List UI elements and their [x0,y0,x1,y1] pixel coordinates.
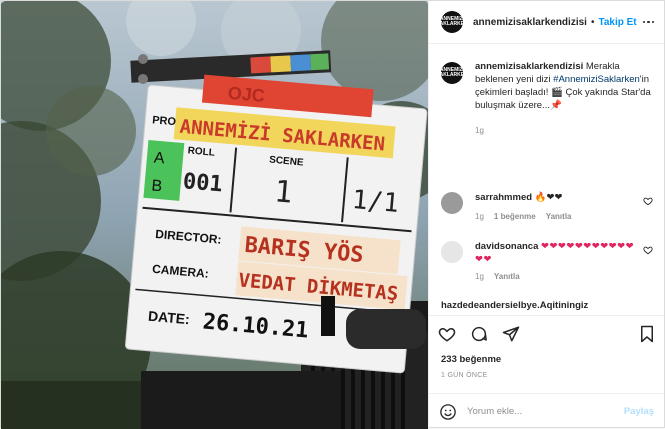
post-photo[interactable]: OJC ANNEMİZİ SAKLARKEN PRO A B ROLL 001 … [1,1,428,429]
avatar-text: ANNEMIZI SAKLARKEN [436,16,468,27]
caption-time: 1g [475,126,484,135]
like-heart-icon[interactable] [438,325,456,343]
caption-hashtag[interactable]: #AnnemiziSaklarken [553,74,640,85]
comment-text: 🔥❤❤ [534,192,563,203]
account-avatar[interactable]: ANNEMIZI SAKLARKEN [436,11,468,33]
account-username[interactable]: annemizisaklarkendizisi [473,17,587,28]
board-take-value: 1/1 [351,185,400,219]
comment-input[interactable] [467,406,624,417]
comment-time: 1g [475,212,484,221]
bookmark-icon[interactable] [639,325,655,343]
board-prod-label: PRO [152,114,177,128]
comment-meta: 1g 1 beğenme Yanıtla [475,210,635,223]
board-scene-value: 1 [273,174,294,210]
clapperboard-photo: OJC ANNEMİZİ SAKLARKEN PRO A B ROLL 001 … [1,1,428,429]
action-bar [429,315,664,351]
comment-likes[interactable]: 1 beğenme [494,210,536,223]
comment-item: davidsonanca ❤❤❤❤❤❤❤❤❤❤❤❤❤ 1g Yanıtla [441,240,661,283]
emoji-icon[interactable] [439,403,457,421]
comment-bubble-icon[interactable] [470,325,488,343]
comment-username[interactable]: davidsonanca [475,241,538,252]
caption-body: annemizisaklarkendizisi Merakla beklenen… [475,60,655,137]
board-ab-a: A [153,150,165,168]
board-stamp: OJC [227,83,266,106]
post-comment-button[interactable]: Paylaş [624,406,654,417]
post-header: ANNEMIZI SAKLARKEN annemizisaklarkendizi… [429,1,664,44]
comment-item: sarrahmmed 🔥❤❤ 1g 1 beğenme Yanıtla [441,191,661,223]
caption-username[interactable]: annemizisaklarkendizisi [475,61,583,72]
likes-count[interactable]: 233 beğenme [429,351,664,369]
board-ab-b: B [151,177,163,195]
caption: ANNEMIZI SAKLARKEN annemizisaklarkendizi… [436,60,655,137]
partial-comment-username[interactable]: hazdedeandersielbye.Aqitiningiz [441,300,588,311]
share-send-icon[interactable] [502,325,520,343]
more-options-icon[interactable] [642,20,654,24]
comment-like-icon[interactable] [643,196,653,206]
comment-meta: 1g Yanıtla [475,270,635,283]
comments-section: ANNEMIZI SAKLARKEN annemizisaklarkendizi… [429,44,664,315]
comment-like-icon[interactable] [643,245,653,255]
add-comment-bar: Paylaş [429,393,664,429]
instagram-post: OJC ANNEMİZİ SAKLARKEN PRO A B ROLL 001 … [0,0,665,429]
comment-avatar[interactable] [441,241,463,263]
separator-dot: • [590,16,595,28]
post-side-panel: ANNEMIZI SAKLARKEN annemizisaklarkendizi… [428,1,664,429]
reply-button[interactable]: Yanıtla [494,270,520,283]
reply-button[interactable]: Yanıtla [546,210,572,223]
comment-body: davidsonanca ❤❤❤❤❤❤❤❤❤❤❤❤❤ 1g Yanıtla [475,240,635,283]
caption-meta: 1g [475,124,655,137]
follow-button[interactable]: Takip Et [598,17,636,28]
board-roll-value: 001 [182,169,224,197]
comment-time: 1g [475,272,484,281]
caption-avatar[interactable]: ANNEMIZI SAKLARKEN [436,62,468,84]
post-time-ago: 1 GÜN ÖNCE [441,372,488,379]
comment-avatar[interactable] [441,192,463,214]
comment-username[interactable]: sarrahmmed [475,192,532,203]
comment-body: sarrahmmed 🔥❤❤ 1g 1 beğenme Yanıtla [475,191,635,223]
